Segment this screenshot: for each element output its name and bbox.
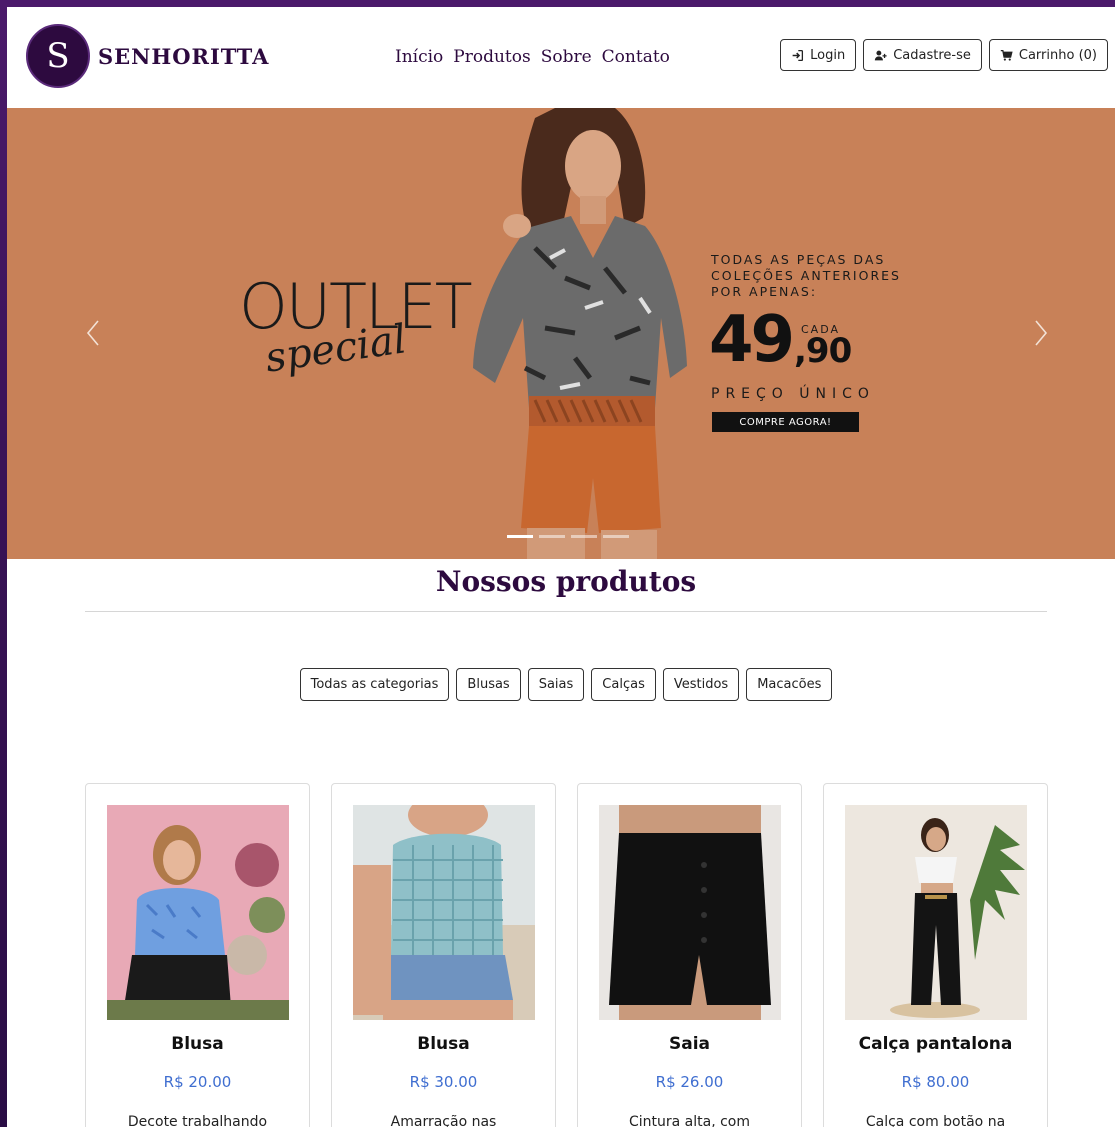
page: S SENHORITTA Início Produtos Sobre Conta… <box>7 7 1115 1127</box>
product-name: Blusa <box>417 1034 470 1054</box>
banner-promo-text: TODAS AS PEÇAS DAS COLEÇÕES ANTERIORES P… <box>711 252 921 300</box>
sign-in-icon <box>792 49 804 61</box>
product-price: R$ 26.00 <box>655 1073 724 1091</box>
product-grid: Blusa R$ 20.00 Decote trabalhando Blusa … <box>85 783 1048 1127</box>
product-card[interactable]: Blusa R$ 30.00 Amarração nas <box>331 783 556 1127</box>
carousel-indicator-4[interactable] <box>603 535 629 538</box>
nav-link-produtos[interactable]: Produtos <box>453 47 530 67</box>
site-header: S SENHORITTA Início Produtos Sobre Conta… <box>7 7 1115 108</box>
banner-price-cents: ,90 <box>794 331 852 371</box>
shopping-cart-icon <box>1000 49 1013 61</box>
promo-line-1: TODAS AS PEÇAS DAS <box>711 252 886 267</box>
carousel-next-icon[interactable] <box>1031 318 1051 348</box>
filter-vestidos[interactable]: Vestidos <box>662 668 740 701</box>
header-actions: Login Cadastre-se Carrinho (0) <box>780 39 1108 71</box>
logo-badge[interactable]: S <box>26 24 90 88</box>
brand-name[interactable]: SENHORITTA <box>98 44 269 69</box>
product-price: R$ 80.00 <box>901 1073 970 1091</box>
banner-price-main: 49 <box>709 303 795 377</box>
user-plus-icon <box>875 50 887 60</box>
nav-link-contato[interactable]: Contato <box>602 47 670 67</box>
category-filters: Todas as categorias Blusas Saias Calças … <box>7 668 1115 701</box>
product-card[interactable]: Calça pantalona R$ 80.00 Calça com botão… <box>823 783 1048 1127</box>
hero-carousel: OUTLET special TODAS AS PEÇAS DAS COLEÇÕ… <box>7 108 1115 559</box>
main-nav: Início Produtos Sobre Contato <box>395 47 670 67</box>
filter-saias[interactable]: Saias <box>527 668 585 701</box>
product-description: Cintura alta, com <box>628 1114 751 1127</box>
carousel-indicator-2[interactable] <box>539 535 565 538</box>
cart-button[interactable]: Carrinho (0) <box>988 39 1108 71</box>
login-button[interactable]: Login <box>780 39 857 71</box>
banner-preco-unico: PREÇO ÚNICO <box>711 386 875 402</box>
products-section-title: Nossos produtos <box>435 565 697 598</box>
product-name: Blusa <box>171 1034 224 1054</box>
product-card[interactable]: Saia R$ 26.00 Cintura alta, com <box>577 783 802 1127</box>
carousel-prev-icon[interactable] <box>83 318 103 348</box>
signup-button[interactable]: Cadastre-se <box>863 39 982 71</box>
product-description: Amarração nas <box>390 1114 497 1127</box>
product-name: Calça pantalona <box>858 1034 1013 1054</box>
product-price: R$ 30.00 <box>409 1073 478 1091</box>
filter-calcas[interactable]: Calças <box>591 668 656 701</box>
nav-link-sobre[interactable]: Sobre <box>541 47 592 67</box>
carousel-indicator-1[interactable] <box>507 535 533 538</box>
signup-label: Cadastre-se <box>893 47 971 63</box>
product-description: Decote trabalhando <box>127 1114 268 1127</box>
product-description: Calça com botão na <box>865 1114 1006 1127</box>
promo-line-2: COLEÇÕES ANTERIORES <box>711 268 901 283</box>
cart-label: Carrinho (0) <box>1018 47 1097 63</box>
nav-link-inicio[interactable]: Início <box>395 47 443 67</box>
filter-todas[interactable]: Todas as categorias <box>299 668 450 701</box>
banner-cta-button[interactable]: COMPRE AGORA! <box>712 412 859 432</box>
product-price: R$ 20.00 <box>163 1073 232 1091</box>
product-card[interactable]: Blusa R$ 20.00 Decote trabalhando <box>85 783 310 1127</box>
logo-letter: S <box>46 36 70 76</box>
product-image[interactable] <box>107 805 289 1020</box>
carousel-indicator-3[interactable] <box>571 535 597 538</box>
banner-model-image <box>473 108 687 559</box>
product-image[interactable] <box>353 805 535 1020</box>
promo-line-3: POR APENAS: <box>711 284 818 299</box>
filter-blusas[interactable]: Blusas <box>456 668 521 701</box>
login-label: Login <box>810 47 846 63</box>
product-image[interactable] <box>845 805 1027 1020</box>
product-name: Saia <box>668 1034 710 1054</box>
carousel-indicators <box>507 535 629 538</box>
section-divider <box>85 611 1047 612</box>
filter-macacoes[interactable]: Macacões <box>746 668 833 701</box>
product-image[interactable] <box>599 805 781 1020</box>
